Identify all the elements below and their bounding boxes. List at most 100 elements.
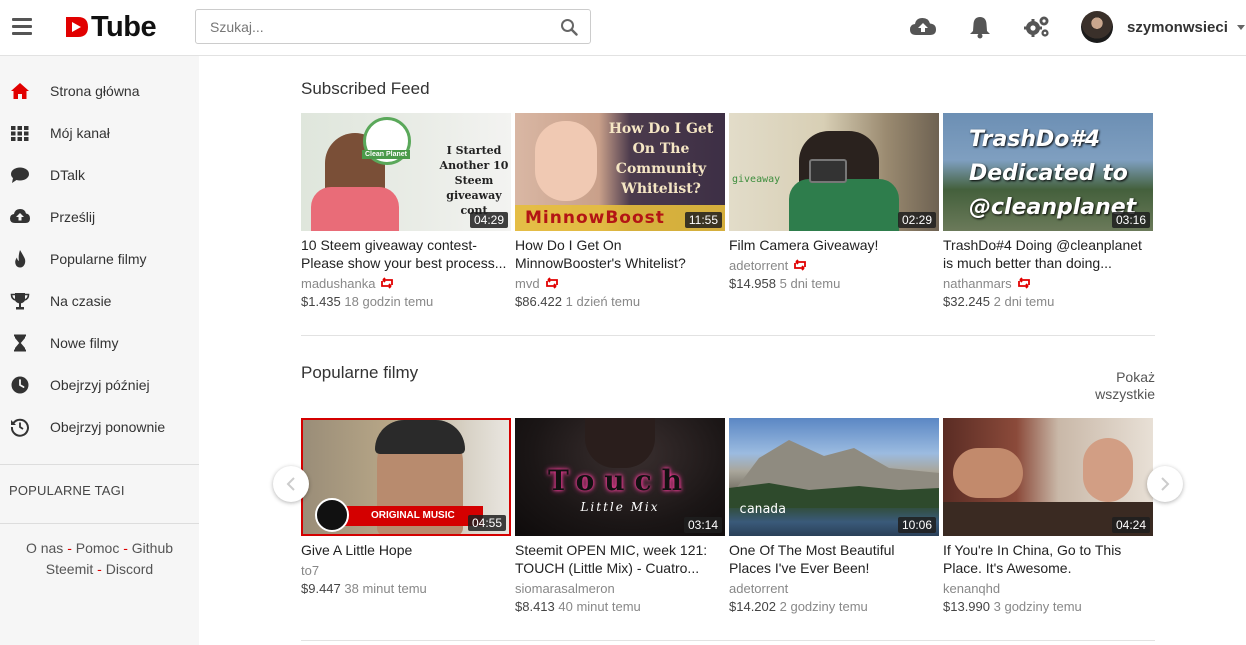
- video-time: 2 dni temu: [993, 294, 1055, 309]
- duration-badge: 03:14: [683, 517, 722, 533]
- discord-link[interactable]: Discord: [106, 561, 153, 577]
- sidebar-item-trending[interactable]: Na czasie: [0, 280, 199, 322]
- thumbnail-person: [535, 121, 597, 201]
- logo-text: Tube: [91, 10, 157, 43]
- video-time: 5 dni temu: [779, 276, 841, 291]
- video-title[interactable]: How Do I Get On MinnowBooster's Whitelis…: [515, 236, 725, 272]
- chevron-left-icon: [286, 477, 295, 491]
- video-price: $32.245: [943, 294, 990, 309]
- video-card: TrashDo#4 Dedicated to @cleanplanet 03:1…: [943, 113, 1153, 309]
- video-time: 2 godziny temu: [779, 599, 868, 614]
- carousel-prev-button[interactable]: [273, 466, 309, 502]
- sidebar-item-dtalk[interactable]: DTalk: [0, 154, 199, 196]
- sidebar-item-watch-again[interactable]: Obejrzyj ponownie: [0, 406, 199, 448]
- settings-icon[interactable]: [1023, 14, 1051, 40]
- sidebar-item-label: Obejrzyj ponownie: [50, 419, 166, 435]
- divider: [0, 464, 199, 465]
- thumbnail-camera: [809, 159, 847, 183]
- video-thumbnail[interactable]: How Do I Get On The Community Whitelist?…: [515, 113, 725, 231]
- user-menu[interactable]: szymonwsieci: [1081, 11, 1245, 43]
- about-link[interactable]: O nas: [26, 540, 63, 556]
- show-all-link[interactable]: Pokaż wszystkie: [1080, 369, 1155, 403]
- video-title[interactable]: Give A Little Hope: [301, 541, 511, 559]
- sidebar-item-label: Na czasie: [50, 293, 112, 309]
- sidebar-item-label: DTalk: [50, 167, 86, 183]
- video-title[interactable]: TrashDo#4 Doing @cleanplanet is much bet…: [943, 236, 1153, 272]
- menu-icon[interactable]: [12, 18, 32, 36]
- video-thumbnail[interactable]: Touch Little Mix 03:14: [515, 418, 725, 536]
- video-title[interactable]: Steemit OPEN MIC, week 121: TOUCH (Littl…: [515, 541, 725, 577]
- author-name[interactable]: siomarasalmeron: [515, 581, 615, 596]
- thumbnail-person: [953, 448, 1023, 498]
- video-title[interactable]: If You're In China, Go to This Place. It…: [943, 541, 1153, 577]
- duration-badge: 10:06: [897, 517, 936, 533]
- video-author[interactable]: nathanmars: [943, 274, 1153, 292]
- sidebar-item-upload[interactable]: Prześlij: [0, 196, 199, 238]
- sidebar: Strona główna Mój kanał DTalk Prześlij P…: [0, 56, 199, 645]
- dtube-logo[interactable]: Tube: [64, 10, 157, 43]
- video-title[interactable]: 10 Steem giveaway contest-Please show yo…: [301, 236, 511, 272]
- thumbnail-text: giveaway: [732, 174, 781, 185]
- sidebar-item-new[interactable]: Nowe filmy: [0, 322, 199, 364]
- top-bar: Tube szymonwsieci: [0, 0, 1246, 56]
- carousel-next-button[interactable]: [1147, 466, 1183, 502]
- video-thumbnail[interactable]: canada 10:06: [729, 418, 939, 536]
- upload-cloud-icon[interactable]: [909, 14, 937, 40]
- video-thumbnail[interactable]: TrashDo#4 Dedicated to @cleanplanet 03:1…: [943, 113, 1153, 231]
- avatar[interactable]: [1081, 11, 1113, 43]
- badge-text: Clean Planet: [362, 150, 411, 159]
- github-link[interactable]: Github: [132, 540, 173, 556]
- video-thumbnail[interactable]: giveaway 02:29: [729, 113, 939, 231]
- sidebar-item-my-channel[interactable]: Mój kanał: [0, 112, 199, 154]
- steemit-link[interactable]: Steemit: [46, 561, 93, 577]
- username[interactable]: szymonwsieci: [1127, 19, 1228, 36]
- video-thumbnail[interactable]: ORIGINAL MUSIC 04:55: [301, 418, 511, 536]
- video-author[interactable]: to7: [301, 561, 511, 579]
- search-input[interactable]: [196, 10, 546, 43]
- video-card: ORIGINAL MUSIC 04:55 Give A Little Hope …: [301, 418, 511, 596]
- sidebar-item-popular[interactable]: Popularne filmy: [0, 238, 199, 280]
- divider: [0, 523, 199, 524]
- popular-tags-heading[interactable]: POPULARNE TAGI: [9, 483, 125, 498]
- chevron-down-icon[interactable]: [1236, 24, 1245, 30]
- author-name[interactable]: nathanmars: [943, 276, 1012, 291]
- video-thumbnail[interactable]: Clean Planet I Started Another 10 Steem …: [301, 113, 511, 231]
- bell-icon[interactable]: [966, 14, 994, 40]
- video-author[interactable]: adetorrent: [729, 256, 939, 274]
- video-time: 3 godziny temu: [993, 599, 1082, 614]
- sidebar-item-label: Nowe filmy: [50, 335, 119, 351]
- video-author[interactable]: kenanqhd: [943, 579, 1153, 597]
- video-card: 04:24 If You're In China, Go to This Pla…: [943, 418, 1153, 614]
- section-title-popular: Popularne filmy: [301, 363, 419, 382]
- sidebar-item-watch-later[interactable]: Obejrzyj później: [0, 364, 199, 406]
- thumbnail-shirt: [789, 179, 899, 231]
- author-name[interactable]: kenanqhd: [943, 581, 1000, 596]
- fire-icon: [15, 250, 26, 268]
- video-author[interactable]: madushanka: [301, 274, 511, 292]
- video-price: $14.202: [729, 599, 776, 614]
- video-price: $13.990: [943, 599, 990, 614]
- search-icon[interactable]: [560, 18, 578, 36]
- thumbnail-text: canada: [739, 502, 786, 517]
- author-name[interactable]: mvd: [515, 276, 540, 291]
- author-name[interactable]: adetorrent: [729, 258, 788, 273]
- thumbnail-text: How Do I Get On The Community Whitelist?: [608, 121, 714, 197]
- help-link[interactable]: Pomoc: [76, 540, 120, 556]
- home-icon: [11, 83, 29, 99]
- video-title[interactable]: Film Camera Giveaway!: [729, 236, 939, 254]
- author-name[interactable]: to7: [301, 563, 319, 578]
- video-meta: $8.413 40 minut temu: [515, 599, 725, 614]
- sidebar-item-label: Obejrzyj później: [50, 377, 150, 393]
- video-thumbnail[interactable]: 04:24: [943, 418, 1153, 536]
- section-divider: [301, 640, 1155, 641]
- video-price: $86.422: [515, 294, 562, 309]
- video-author[interactable]: adetorrent: [729, 579, 939, 597]
- author-name[interactable]: madushanka: [301, 276, 375, 291]
- sidebar-item-home[interactable]: Strona główna: [0, 70, 199, 112]
- resteem-icon: [381, 277, 394, 289]
- video-author[interactable]: mvd: [515, 274, 725, 292]
- author-name[interactable]: adetorrent: [729, 581, 788, 596]
- duration-badge: 04:55: [467, 515, 506, 531]
- video-author[interactable]: siomarasalmeron: [515, 579, 725, 597]
- video-title[interactable]: One Of The Most Beautiful Places I've Ev…: [729, 541, 939, 577]
